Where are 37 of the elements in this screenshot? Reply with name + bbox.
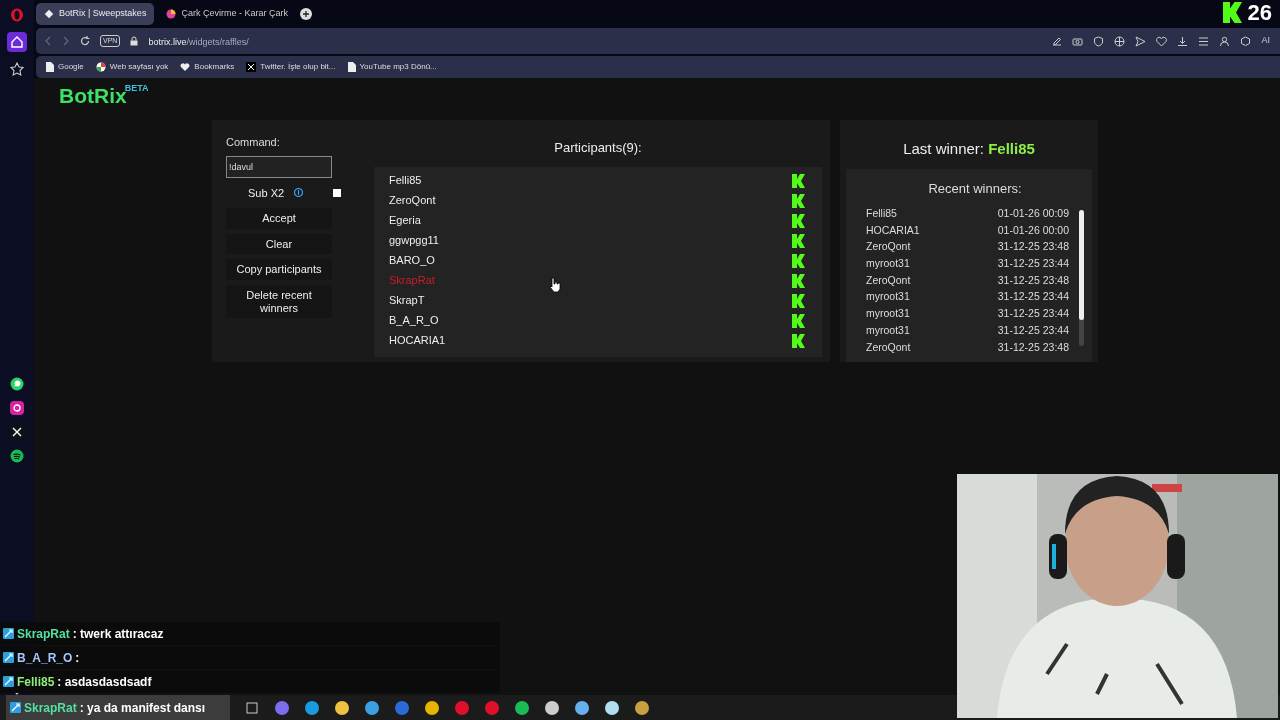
win-time: 31-12-25 23:44 bbox=[997, 322, 1069, 338]
win-time: 01-01-26 00:00 bbox=[997, 222, 1069, 238]
participant-name: SkrapT bbox=[389, 293, 425, 309]
win-time: 31-12-25 23:48 bbox=[997, 239, 1069, 255]
last-winner-text: Last winner: Felli85 bbox=[902, 139, 1036, 159]
win-time: 31-12-25 23:44 bbox=[997, 256, 1069, 272]
chat-message: SkrapRat : ya da manifest dansı bbox=[6, 695, 230, 720]
win-time: 31-12-25 23:44 bbox=[997, 289, 1069, 305]
viewer-count: 26 bbox=[1247, 1, 1272, 24]
participant-name: B_A_R_O bbox=[389, 313, 439, 329]
sub-x2-label: Sub X2 bbox=[248, 185, 285, 201]
winner-name: myroot31 bbox=[866, 306, 910, 322]
win-time: 31-12-25 23:48 bbox=[997, 339, 1069, 355]
participant-name: ggwpgg11 bbox=[389, 233, 439, 249]
participant-name: Egeria bbox=[389, 213, 421, 229]
winner-name: myroot31 bbox=[866, 256, 910, 272]
winner-name: ZeroQont bbox=[866, 339, 911, 355]
participant-name: SkrapRat bbox=[389, 273, 435, 289]
winner-name: ZeroQont bbox=[866, 272, 911, 288]
winner-name: myroot31 bbox=[866, 289, 910, 305]
command-label: Command: bbox=[226, 135, 281, 150]
winner-name: ZeroQont bbox=[866, 239, 911, 255]
chat-message: SkrapRat : twerk attıracaz bbox=[0, 622, 500, 645]
participant-name: BARO_O bbox=[389, 253, 435, 269]
win-time: 01-01-26 00:09 bbox=[997, 206, 1069, 221]
win-time: 31-12-25 23:44 bbox=[997, 306, 1069, 322]
win-time: 31-12-25 23:48 bbox=[997, 272, 1069, 288]
participant-name: ZeroQont bbox=[389, 193, 436, 209]
participant-name: HOCARIA1 bbox=[389, 333, 446, 349]
winner-name: HOCARIA1 bbox=[866, 222, 920, 238]
winner-name: myroot31 bbox=[866, 322, 910, 338]
participants-heading: Participants(9): bbox=[553, 139, 643, 157]
recent-winners-heading: Recent winners: bbox=[927, 179, 1023, 198]
participant-name: Felli85 bbox=[389, 173, 422, 189]
chat-message: B_A_R_O : bbox=[0, 646, 500, 669]
chat-message: Felli85 : asdasdasdsadf bbox=[0, 670, 500, 693]
winner-name: Felli85 bbox=[866, 206, 897, 221]
